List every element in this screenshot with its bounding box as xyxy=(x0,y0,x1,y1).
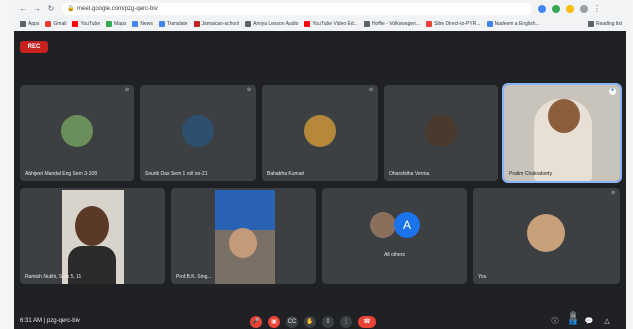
participant-name: You xyxy=(478,274,487,280)
participant-name: Oharshitha Verma xyxy=(389,171,430,177)
raise-hand-button[interactable]: ✋ xyxy=(304,316,316,328)
chat-icon[interactable]: 💬 xyxy=(584,317,594,327)
toolbar: ← → ↻ 🔒 meet.google.com/pzg-qerc-biv ⋮ xyxy=(14,0,626,17)
forward-icon[interactable]: → xyxy=(32,4,42,14)
bookmark-item[interactable]: YouTube Video Ed... xyxy=(304,21,358,27)
participant-tile[interactable]: Ramish Nukhi, Sem 5, 11 xyxy=(20,188,165,284)
bookmark-item[interactable]: Gmail xyxy=(45,21,66,27)
meet-stage: REC ⊘ Abhijeet Mandal Eng Sem 3-108 ⊘ So… xyxy=(14,31,626,329)
mic-off-button[interactable]: 🎤 xyxy=(250,316,262,328)
url-text: meet.google.com/pzg-qerc-biv xyxy=(77,5,158,12)
bookmark-item[interactable]: Apps xyxy=(20,21,39,27)
avatar xyxy=(425,115,457,147)
participant-count-badge: 24 xyxy=(570,311,577,321)
bookmark-item[interactable]: Translate xyxy=(158,21,188,27)
avatar-letter: A xyxy=(394,212,420,238)
bookmark-item[interactable]: Hoffie - Volkswagen... xyxy=(363,21,420,27)
participant-name: All others xyxy=(384,252,405,258)
face xyxy=(75,206,109,246)
extension-icon[interactable] xyxy=(566,4,574,13)
participant-name: Prof.B.K. Sing... xyxy=(176,274,212,280)
activities-icon[interactable]: △ xyxy=(602,317,612,327)
bookmark-item[interactable]: Nadeem a English... xyxy=(486,21,540,27)
camera-off-button[interactable]: ▣ xyxy=(268,316,280,328)
bookmark-item[interactable]: Sibe Direct-to-PYR... xyxy=(426,21,481,27)
extension-icon[interactable] xyxy=(538,4,546,13)
mic-off-icon: ⊘ xyxy=(369,87,374,93)
mic-off-icon: ⊘ xyxy=(125,87,130,93)
participant-tile[interactable]: ⊘ Bahabha Kumari xyxy=(262,85,378,181)
avatar xyxy=(370,212,396,238)
participant-tile[interactable]: Prof.B.K. Sing... xyxy=(171,188,316,284)
people-button[interactable]: 24 👥 xyxy=(566,311,580,327)
bookmark-item[interactable]: Maps xyxy=(106,21,126,27)
avatar xyxy=(527,214,565,252)
more-options-button[interactable]: ⋮ xyxy=(340,316,352,328)
info-icon[interactable]: ⓘ xyxy=(550,317,560,327)
participant-tile-others[interactable]: A All others xyxy=(322,188,467,284)
reading-list[interactable]: Reading list xyxy=(587,21,622,27)
bookmark-item[interactable]: Jamaican-school xyxy=(193,21,239,27)
speaking-icon: ● xyxy=(609,87,616,95)
participant-name: Sourik Das Sem 1 roll no-21 xyxy=(145,171,208,177)
participant-tile-speaking[interactable]: ● Pratim Chakraborty xyxy=(502,83,622,183)
present-button[interactable]: ⇧ xyxy=(322,316,334,328)
mic-off-icon: ⊘ xyxy=(611,190,616,196)
avatar xyxy=(182,115,214,147)
participant-name: Pratim Chakraborty xyxy=(509,171,553,177)
background-panel xyxy=(215,190,275,230)
participant-name: Ramish Nukhi, Sem 5, 11 xyxy=(25,274,82,280)
lock-icon: 🔒 xyxy=(67,5,75,12)
profile-avatar[interactable] xyxy=(580,4,588,13)
leave-call-button[interactable]: ☎ xyxy=(358,316,376,328)
participant-tile[interactable]: ⊘ Sourik Das Sem 1 roll no-21 xyxy=(140,85,256,181)
face xyxy=(229,228,257,258)
mic-off-icon: ⊘ xyxy=(247,87,252,93)
bookmark-item[interactable]: News xyxy=(132,21,153,27)
bookmark-item[interactable]: Amiya Lesson Audio xyxy=(245,21,298,27)
bookmark-item[interactable]: YouTube xyxy=(72,21,100,27)
avatar xyxy=(61,115,93,147)
face xyxy=(548,99,580,133)
participant-tile-self[interactable]: ⊘ You xyxy=(473,188,620,284)
control-bar: 6:31 AM | pzg-qerc-biv 🎤 ▣ CC ✋ ⇧ ⋮ ☎ ⓘ … xyxy=(14,311,626,329)
participant-tile[interactable]: Oharshitha Verma xyxy=(384,85,498,181)
browser-window: ← → ↻ 🔒 meet.google.com/pzg-qerc-biv ⋮ A… xyxy=(14,0,626,329)
back-icon[interactable]: ← xyxy=(18,4,28,14)
participant-name: Bahabha Kumari xyxy=(267,171,305,177)
extension-icon[interactable] xyxy=(552,4,560,13)
bookmarks-bar: Apps Gmail YouTube Maps News Translate J… xyxy=(14,17,626,31)
address-bar[interactable]: 🔒 meet.google.com/pzg-qerc-biv xyxy=(62,2,532,15)
captions-button[interactable]: CC xyxy=(286,316,298,328)
participant-tile[interactable]: ⊘ Abhijeet Mandal Eng Sem 3-108 xyxy=(20,85,134,181)
recording-badge: REC xyxy=(20,41,48,53)
menu-icon[interactable]: ⋮ xyxy=(592,4,602,14)
participant-name: Abhijeet Mandal Eng Sem 3-108 xyxy=(25,171,97,177)
avatar xyxy=(304,115,336,147)
meeting-info: 6:31 AM | pzg-qerc-biv xyxy=(20,318,80,324)
browser-chrome: ← → ↻ 🔒 meet.google.com/pzg-qerc-biv ⋮ A… xyxy=(14,0,626,31)
reload-icon[interactable]: ↻ xyxy=(46,4,56,14)
